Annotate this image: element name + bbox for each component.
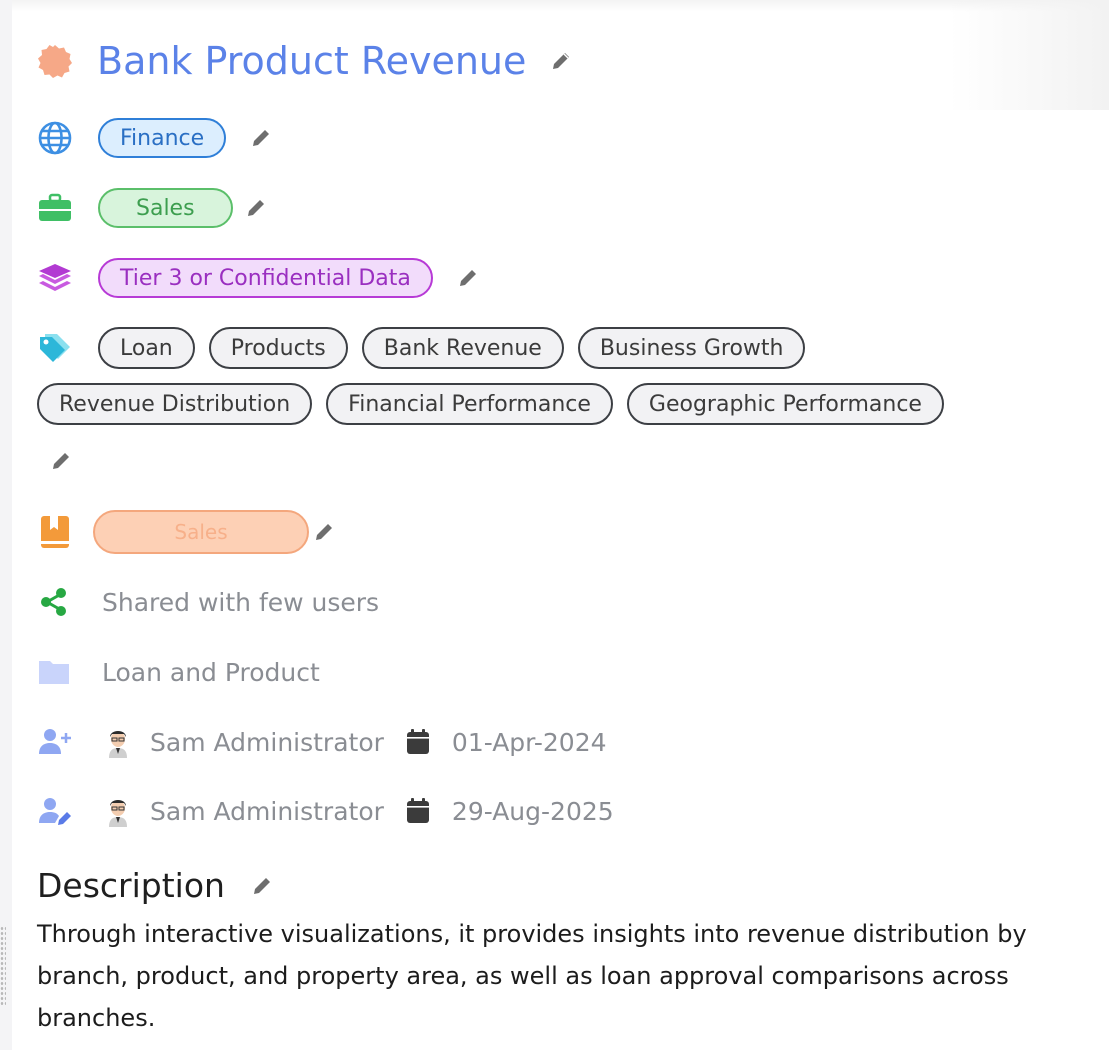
tag-chip[interactable]: Geographic Performance [626,383,944,425]
left-panel-edge [0,0,12,1050]
tags-row-continued: Revenue Distribution Financial Performan… [37,383,944,425]
created-row: Sam Administrator 01-Apr-2024 [37,724,607,760]
folder-row: Loan and Product [37,654,320,690]
catalog-chip[interactable]: Sales [93,510,309,554]
edit-description-pencil-icon[interactable] [249,873,275,899]
creator-name: Sam Administrator [150,727,384,757]
user-edit-icon [37,793,73,829]
edit-classification-pencil-icon[interactable] [455,265,481,291]
description-heading: Description [37,866,225,905]
created-date: 01-Apr-2024 [451,727,607,757]
classification-chip[interactable]: Tier 3 or Confidential Data [98,258,433,298]
tag-icon [37,330,73,366]
department-chip[interactable]: Sales [98,188,233,228]
domain-chip[interactable]: Finance [98,118,227,158]
calendar-icon [400,724,436,760]
edit-title-pencil-icon[interactable] [548,48,574,74]
edit-department-pencil-icon[interactable] [243,195,269,221]
avatar [100,724,136,760]
edit-catalog-pencil-icon[interactable] [311,519,337,545]
user-plus-icon [37,724,73,760]
resize-handle[interactable] [0,926,6,1006]
calendar-icon [400,793,436,829]
badge-icon [37,43,73,79]
sharing-status: Shared with few users [102,587,380,617]
modified-date: 29-Aug-2025 [451,796,614,826]
avatar [100,793,136,829]
tag-chip[interactable]: Revenue Distribution [37,383,313,425]
header-shadow-right [949,0,1109,110]
tag-chip[interactable]: Financial Performance [326,383,613,425]
sharing-row: Shared with few users [37,584,379,620]
edit-domain-pencil-icon[interactable] [248,125,274,151]
tag-chip[interactable]: Bank Revenue [361,327,564,369]
briefcase-icon [37,190,73,226]
layers-icon [37,260,73,296]
tag-chip[interactable]: Business Growth [577,327,806,369]
tags-edit-row [48,448,74,474]
description-text: Through interactive visualizations, it p… [37,920,1027,1032]
tags-row: Loan Products Bank Revenue Business Grow… [37,327,806,369]
folder-name[interactable]: Loan and Product [102,658,320,687]
edit-tags-pencil-icon[interactable] [48,448,74,474]
book-icon [37,514,73,550]
share-icon [37,584,73,620]
modified-row: Sam Administrator 29-Aug-2025 [37,793,614,829]
domain-row: Finance [37,118,274,158]
globe-icon [37,120,73,156]
title-row: Bank Product Revenue [37,39,574,83]
tag-chip[interactable]: Loan [98,327,195,369]
department-row: Sales [37,188,269,228]
catalog-row: Sales [37,510,337,554]
page-title: Bank Product Revenue [97,39,527,83]
modifier-name: Sam Administrator [150,796,384,826]
classification-row: Tier 3 or Confidential Data [37,258,481,298]
folder-icon [37,654,73,690]
description-heading-row: Description [37,866,275,905]
tag-chip[interactable]: Products [208,327,348,369]
